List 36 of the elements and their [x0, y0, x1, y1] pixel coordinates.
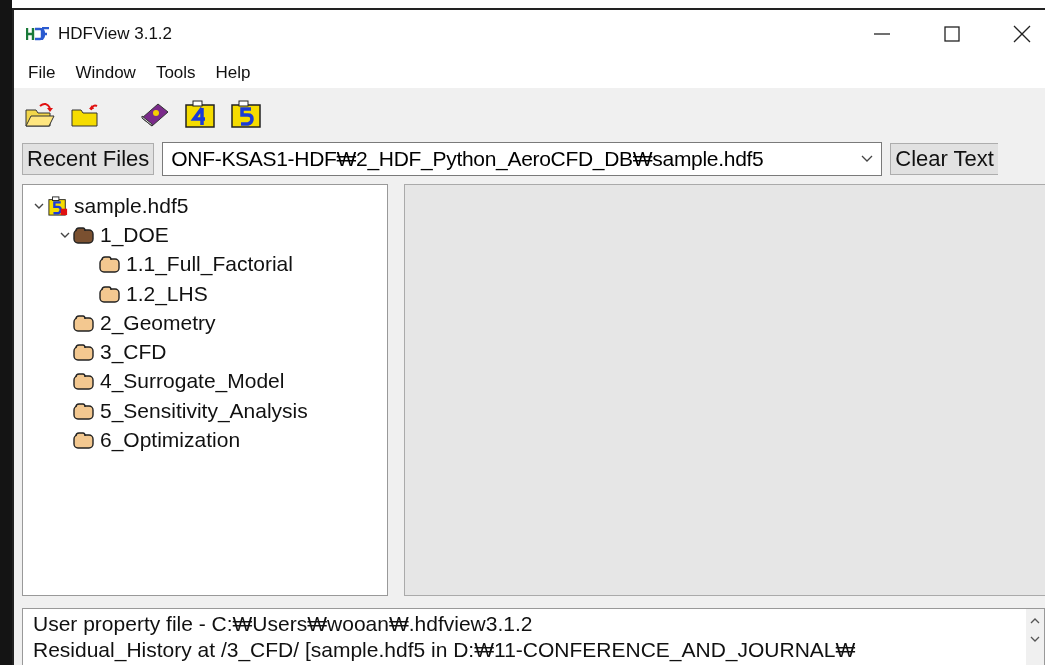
folder-icon — [73, 312, 95, 333]
tree-item[interactable]: 5_Sensitivity_Analysis — [100, 398, 308, 423]
folder-icon — [73, 342, 95, 363]
tree-item[interactable]: 1.1_Full_Factorial — [126, 252, 293, 277]
window-title: HDFView 3.1.2 — [58, 24, 172, 44]
maximize-icon[interactable] — [943, 25, 961, 43]
hdf5-file-icon — [47, 195, 69, 216]
close-icon[interactable] — [1013, 25, 1031, 43]
folder-icon — [73, 430, 95, 450]
file-path-combo[interactable]: ONF-KSAS1-HDF₩2_HDF_Python_AeroCFD_DB₩sample.hdf5 — [162, 142, 883, 176]
tree-item[interactable]: 6_Optimization — [100, 428, 241, 452]
hdf5-icon[interactable] — [230, 99, 262, 129]
menu-item[interactable]: Window — [67, 63, 144, 83]
clear-text-button[interactable]: Clear Text — [890, 143, 998, 175]
folder-icon — [99, 283, 121, 304]
tree-item[interactable]: 2_Geometry — [100, 310, 216, 335]
log-line: User property file - C:₩Users₩wooan₩.hdfview3.1.2 — [33, 611, 534, 637]
log-line: Residual_History at /3_CFD/ [sample.hdf5 in D:₩11-CONFERENCE_AND_JOURNAL₩ — [33, 637, 857, 663]
menu-item[interactable]: Help — [207, 63, 259, 83]
tree-item[interactable]: 3_CFD — [100, 340, 167, 365]
folder-icon — [73, 371, 95, 392]
menu-item[interactable]: Tools — [147, 63, 204, 83]
folder-icon — [99, 254, 121, 275]
dropdown-caret-icon[interactable] — [861, 155, 874, 163]
tree-item[interactable]: 1_DOE — [100, 222, 169, 247]
app-logo-icon — [26, 27, 50, 41]
recent-files-button[interactable]: Recent Files — [22, 143, 155, 175]
tree-item[interactable]: sample.hdf5 — [74, 193, 189, 218]
open-folder-icon — [73, 224, 95, 245]
scroll-up-icon[interactable] — [1030, 617, 1040, 625]
hdf4-icon[interactable] — [184, 99, 216, 129]
tree-item[interactable]: 4_Surrogate_Model — [100, 369, 285, 394]
folder-icon — [73, 400, 95, 421]
tree-item[interactable]: 1.2_LHS — [126, 281, 208, 306]
menu-item[interactable]: File — [20, 63, 64, 83]
scroll-down-icon[interactable] — [1030, 635, 1040, 643]
